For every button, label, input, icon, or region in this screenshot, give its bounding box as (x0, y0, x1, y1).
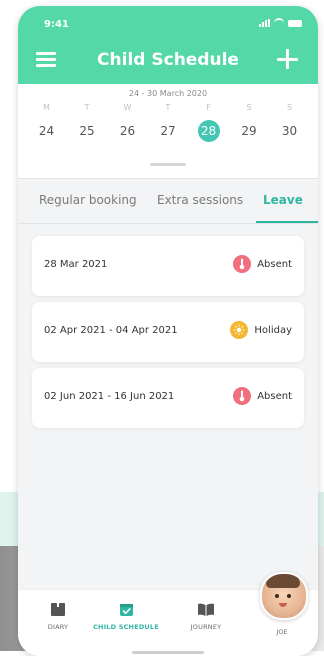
day-number: 24 (38, 124, 55, 138)
day-number: 29 (241, 124, 257, 138)
battery-icon (288, 19, 302, 27)
nav-diary[interactable]: DIARY (23, 602, 93, 631)
avatar-mouth (279, 603, 287, 607)
leave-card[interactable]: 02 Apr 2021 - 04 Apr 2021 Holiday (32, 302, 304, 362)
status-icons (259, 18, 302, 28)
calendar-day[interactable]: M 24 (30, 102, 63, 142)
journey-book-icon (198, 603, 214, 616)
avatar[interactable] (260, 572, 308, 620)
day-number: 30 (281, 124, 298, 138)
bottom-navigation: DIARY CHILD SCHEDULE JOURNEY JOE (18, 572, 318, 656)
day-number: 27 (160, 124, 176, 138)
home-indicator[interactable] (132, 651, 204, 654)
day-letter: T (84, 103, 90, 112)
leave-card[interactable]: 28 Mar 2021 Absent (32, 236, 304, 296)
leave-card[interactable]: 02 Jun 2021 - 16 Jun 2021 Absent (32, 368, 304, 428)
leave-status: Absent (233, 255, 292, 273)
week-days: M 24 T 25 W 26 T 27 F 28 S 29 S 30 (30, 102, 306, 142)
schedule-checkbox-icon (119, 604, 133, 616)
avatar-eye (275, 594, 279, 598)
thermometer-icon (233, 387, 252, 405)
calendar-day[interactable]: T 27 (152, 102, 185, 142)
sun-icon (230, 321, 249, 339)
day-letter: S (246, 103, 252, 112)
wifi-icon (274, 18, 284, 28)
leave-status: Absent (233, 387, 292, 405)
nav-label: CHILD SCHEDULE (93, 623, 159, 631)
day-number: 25 (79, 124, 95, 138)
calendar-day[interactable]: S 30 (273, 102, 306, 142)
nav-child-schedule[interactable]: CHILD SCHEDULE (91, 602, 161, 631)
nav-journey[interactable]: JOURNEY (171, 602, 241, 631)
status-label: Absent (257, 258, 292, 270)
plus-icon[interactable] (276, 47, 300, 71)
status-time: 9:41 (44, 19, 69, 30)
profile-label[interactable]: JOE (260, 628, 304, 636)
day-number: 28 (197, 120, 220, 142)
avatar-hair (266, 574, 300, 588)
status-label: Holiday (254, 324, 292, 336)
status-label: Absent (257, 390, 292, 402)
thermometer-icon (233, 255, 252, 273)
calendar-day[interactable]: S 29 (233, 102, 266, 142)
calendar-range: 24 - 30 March 2020 (128, 89, 208, 98)
day-letter: F (206, 103, 211, 112)
calendar-drag-handle[interactable] (150, 163, 186, 166)
signal-icon (259, 19, 270, 27)
leave-status: Holiday (230, 321, 292, 339)
phone-screen: 9:41 Child Schedule 24 - 30 March 2020 M… (18, 6, 318, 656)
tab-extra-sessions[interactable]: Extra sessions (157, 193, 243, 207)
avatar-eye (287, 594, 291, 598)
leave-date: 02 Jun 2021 - 16 Jun 2021 (44, 391, 175, 402)
nav-label: DIARY (47, 623, 69, 631)
calendar-day[interactable]: W 26 (111, 102, 144, 142)
week-calendar: 24 - 30 March 2020 M 24 T 25 W 26 T 27 F… (18, 84, 318, 178)
active-tab-indicator (256, 221, 318, 223)
schedule-tabs: Regular booking Extra sessions Leave (18, 178, 318, 224)
calendar-day[interactable]: T 25 (71, 102, 104, 142)
page-title: Child Schedule (97, 50, 239, 70)
app-header: 9:41 Child Schedule (18, 6, 318, 84)
day-letter: T (165, 103, 171, 112)
tab-regular-booking[interactable]: Regular booking (39, 193, 137, 207)
day-number: 26 (119, 124, 136, 138)
day-letter: W (123, 103, 132, 112)
tab-leave[interactable]: Leave (263, 193, 303, 207)
day-letter: M (43, 103, 50, 112)
day-letter: S (286, 103, 293, 112)
diary-icon (51, 603, 65, 616)
leave-date: 28 Mar 2021 (44, 259, 108, 270)
calendar-day-selected[interactable]: F 28 (192, 102, 225, 142)
nav-label: JOURNEY (190, 623, 222, 631)
leave-date: 02 Apr 2021 - 04 Apr 2021 (44, 325, 178, 336)
